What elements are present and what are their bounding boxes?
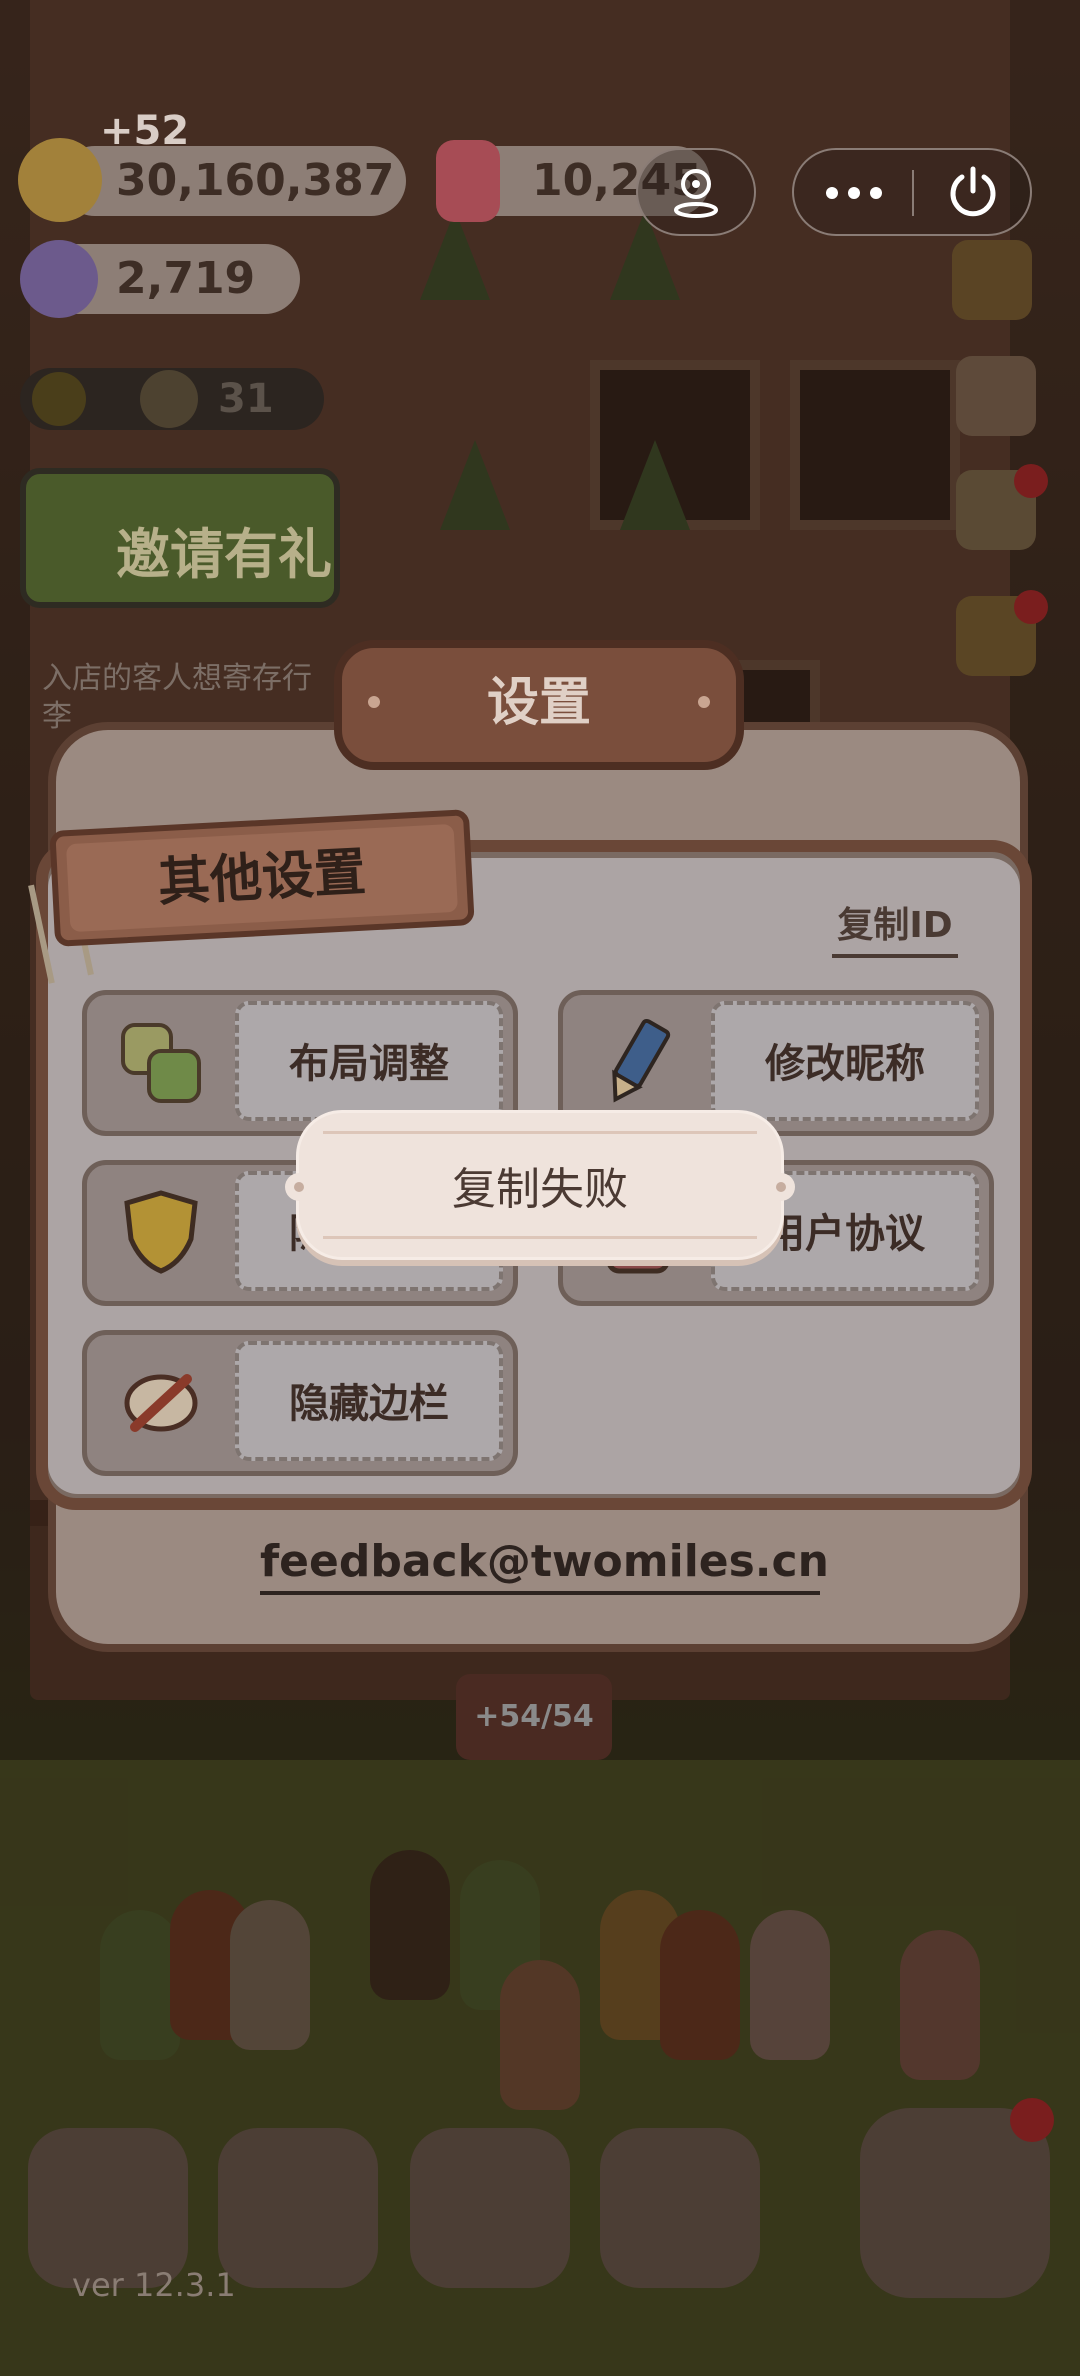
- shield-icon: [124, 1190, 198, 1274]
- cookie-coin-icon: [18, 138, 102, 222]
- energy-badge: +54/54: [456, 1674, 612, 1760]
- notification-dot: [1010, 2098, 1054, 2142]
- mini-program-capsule: [792, 148, 1032, 236]
- notebook-button[interactable]: [218, 2128, 378, 2288]
- pencil-icon: [612, 1018, 671, 1103]
- invite-label: 邀请有礼: [116, 523, 332, 586]
- location-capsule[interactable]: [636, 148, 756, 236]
- chef-button[interactable]: [600, 2128, 760, 2288]
- power-icon: [950, 166, 996, 217]
- helper-value: 31: [218, 376, 274, 422]
- copy-id-button[interactable]: 复制ID: [832, 896, 958, 958]
- helper-counter: 31: [20, 368, 324, 430]
- energy-text: +54/54: [474, 1699, 594, 1734]
- notification-dot: [1014, 464, 1048, 498]
- location-pin-icon: [674, 169, 718, 218]
- chick-icon: [140, 370, 198, 428]
- hide-sidebar-label: 隐藏边栏: [235, 1341, 503, 1461]
- version-label: ver 12.3.1: [72, 2266, 236, 2304]
- invite-reward-button[interactable]: 邀请有礼: [20, 468, 340, 608]
- section-tag: 其他设置: [49, 809, 475, 947]
- feedback-email[interactable]: feedback@twomiles.cn: [260, 1536, 829, 1595]
- candle-icon: [436, 140, 500, 222]
- settings-title-plate: 设置: [334, 640, 744, 770]
- coin-counter: 30,160,387: [60, 146, 406, 216]
- hide-sidebar-button[interactable]: 隐藏边栏: [82, 1330, 518, 1476]
- candy-icon: [20, 240, 98, 318]
- edit-nickname-label: 修改昵称: [711, 1001, 979, 1121]
- layout-blocks-icon: [121, 1023, 201, 1103]
- flower-icon[interactable]: [952, 240, 1032, 320]
- more-button[interactable]: [794, 150, 912, 234]
- sun-icon: [32, 372, 86, 426]
- adventure-button[interactable]: [410, 2128, 570, 2288]
- section-tag-label: 其他设置: [156, 842, 368, 914]
- hide-eye-icon: [124, 1374, 198, 1432]
- coin-value: 30,160,387: [116, 155, 395, 206]
- settings-title: 设置: [486, 673, 591, 733]
- notification-dot: [1014, 590, 1048, 624]
- candy-value: 2,719: [116, 253, 256, 304]
- ellipsis-icon: [826, 187, 882, 199]
- toast-text: 复制失败: [452, 1164, 628, 1215]
- layout-adjust-label: 布局调整: [235, 1001, 503, 1121]
- exit-button[interactable]: [914, 150, 1032, 234]
- mushroom-house-button[interactable]: [28, 2128, 188, 2288]
- toast-message-box: 复制失败: [285, 1110, 795, 1260]
- stamp-icon[interactable]: [956, 356, 1036, 436]
